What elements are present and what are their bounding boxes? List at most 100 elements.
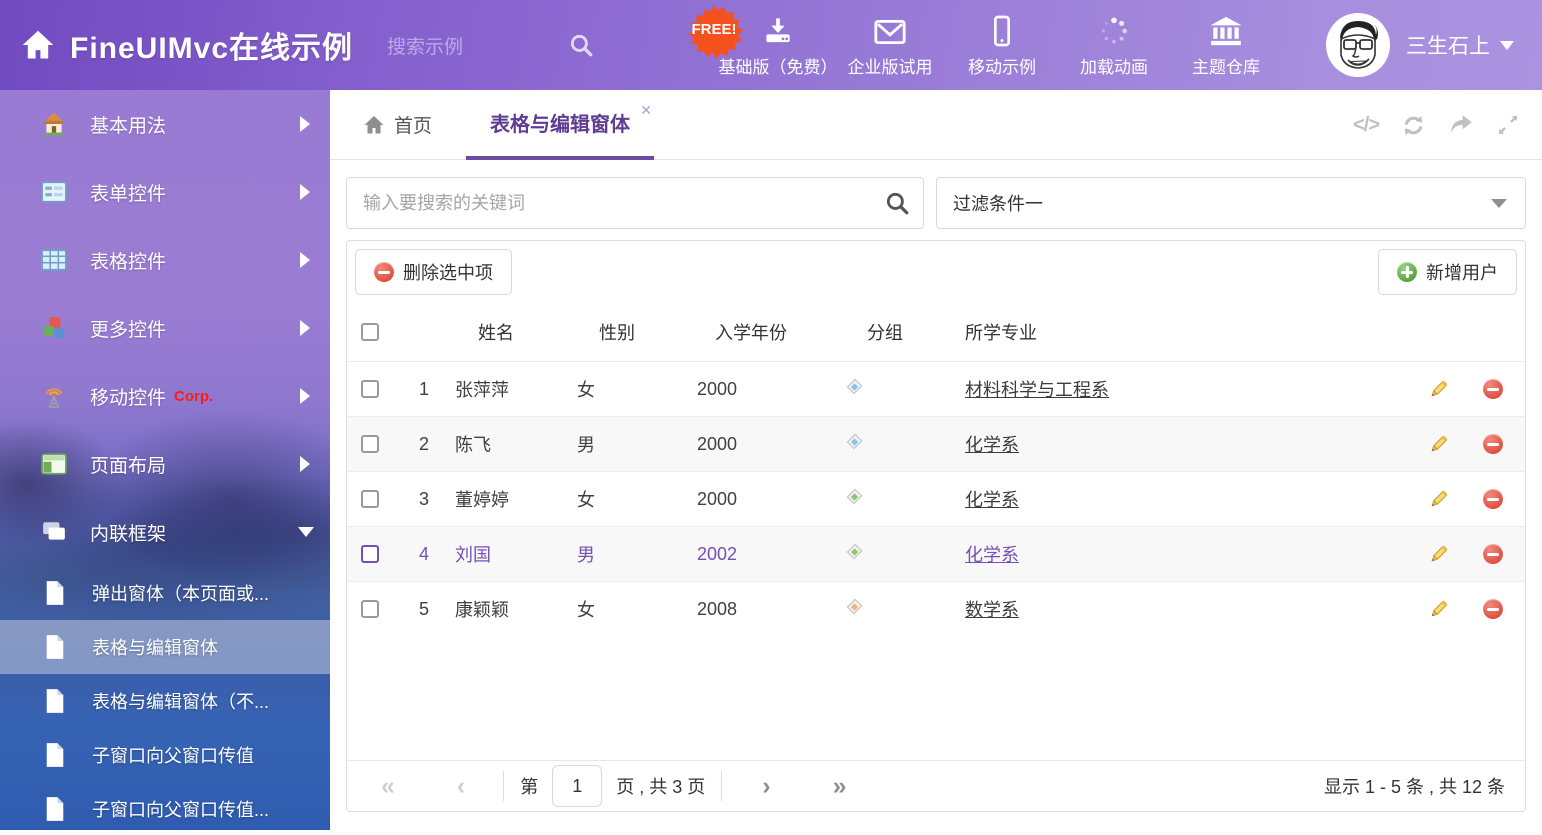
delete-icon[interactable] bbox=[1461, 489, 1525, 509]
sidebar-item-basic[interactable]: 基本用法 bbox=[0, 90, 330, 158]
grid-header-row: 姓名 性别 入学年份 分组 所学专业 bbox=[347, 303, 1525, 361]
sidebar-subitem-popup-window[interactable]: 弹出窗体（本页面或... bbox=[0, 566, 330, 620]
header-search[interactable]: 搜索示例 bbox=[387, 32, 597, 59]
cell-name: 董婷婷 bbox=[435, 486, 557, 512]
search-button[interactable] bbox=[871, 178, 923, 228]
chevron-down-icon bbox=[1491, 199, 1507, 208]
sidebar-item-form[interactable]: 表单控件 bbox=[0, 158, 330, 226]
sidebar-item-mobile[interactable]: 移动控件 Corp. bbox=[0, 362, 330, 430]
fullscreen-button[interactable] bbox=[1496, 113, 1520, 137]
cell-year: 2000 bbox=[677, 434, 825, 455]
major-link[interactable]: 化学系 bbox=[965, 435, 1019, 455]
home-colored-icon bbox=[40, 110, 68, 138]
mobile-icon bbox=[992, 13, 1012, 47]
sidebar-subitem-grid-edit-window-no[interactable]: 表格与编辑窗体（不... bbox=[0, 674, 330, 728]
row-checkbox[interactable] bbox=[361, 600, 379, 618]
major-link[interactable]: 化学系 bbox=[965, 545, 1019, 565]
table-row[interactable]: 1 张萍萍 女 2000 材料科学与工程系 bbox=[347, 361, 1525, 416]
last-page-button[interactable]: » bbox=[833, 774, 847, 799]
tag-icon bbox=[825, 543, 945, 566]
delete-icon[interactable] bbox=[1461, 434, 1525, 454]
delete-icon[interactable] bbox=[1461, 599, 1525, 619]
user-menu[interactable]: 三生石上 bbox=[1326, 0, 1514, 90]
page-suffix: 页 , 共 3 页 bbox=[616, 773, 705, 799]
nav-label: 主题仓库 bbox=[1192, 53, 1260, 78]
table-row[interactable]: 2 陈飞 男 2000 化学系 bbox=[347, 416, 1525, 471]
chevron-right-icon bbox=[300, 320, 310, 336]
nav-loading-animation[interactable]: 加载动画 bbox=[1058, 0, 1170, 90]
refresh-button[interactable] bbox=[1401, 113, 1426, 138]
prev-page-button[interactable]: ‹ bbox=[457, 774, 465, 799]
cell-name: 陈飞 bbox=[435, 431, 557, 457]
frames-icon bbox=[40, 518, 68, 546]
major-link[interactable]: 化学系 bbox=[965, 490, 1019, 510]
nav-label: 加载动画 bbox=[1080, 53, 1148, 78]
table-row-selected[interactable]: 4 刘国 男 2002 化学系 bbox=[347, 526, 1525, 581]
filter-dropdown[interactable]: 过滤条件一 bbox=[936, 177, 1526, 229]
sidebar-item-iframe[interactable]: 内联框架 bbox=[0, 498, 330, 566]
sidebar-item-layout[interactable]: 页面布局 bbox=[0, 430, 330, 498]
home-icon[interactable] bbox=[20, 27, 56, 63]
major-link[interactable]: 材料科学与工程系 bbox=[965, 380, 1109, 400]
keyword-search-input[interactable] bbox=[363, 193, 871, 214]
row-checkbox[interactable] bbox=[361, 380, 379, 398]
view-source-button[interactable]: </> bbox=[1353, 114, 1379, 137]
pagination-summary: 显示 1 - 5 条 , 共 12 条 bbox=[1324, 773, 1505, 799]
edit-icon[interactable] bbox=[1415, 379, 1461, 400]
home-icon bbox=[362, 113, 386, 137]
nav-basic-free[interactable]: 基础版（免费） bbox=[722, 0, 834, 90]
edit-icon[interactable] bbox=[1415, 544, 1461, 565]
delete-icon[interactable] bbox=[1461, 544, 1525, 564]
row-checkbox[interactable] bbox=[361, 545, 379, 563]
edit-icon[interactable] bbox=[1415, 434, 1461, 455]
share-button[interactable] bbox=[1448, 113, 1474, 137]
sidebar-subitem-label: 表格与编辑窗体（不... bbox=[92, 688, 269, 714]
close-icon[interactable]: ✕ bbox=[640, 102, 652, 119]
next-page-button[interactable]: › bbox=[762, 774, 770, 799]
sidebar-subitem-child-to-parent[interactable]: 子窗口向父窗口传值 bbox=[0, 728, 330, 782]
row-checkbox[interactable] bbox=[361, 435, 379, 453]
nav-enterprise-trial[interactable]: 企业版试用 bbox=[834, 0, 946, 90]
keyword-search-box bbox=[346, 177, 924, 229]
nav-label: 基础版（免费） bbox=[719, 53, 838, 78]
edit-icon[interactable] bbox=[1415, 489, 1461, 510]
avatar bbox=[1326, 13, 1390, 77]
bank-icon bbox=[1209, 13, 1243, 47]
tab-home[interactable]: 首页 bbox=[362, 111, 432, 138]
first-page-button[interactable]: « bbox=[381, 774, 395, 799]
table-row[interactable]: 5 康颖颖 女 2008 数学系 bbox=[347, 581, 1525, 636]
nav-mobile-demo[interactable]: 移动示例 bbox=[946, 0, 1058, 90]
col-header-major: 所学专业 bbox=[945, 319, 1415, 345]
nav-label: 企业版试用 bbox=[848, 53, 933, 78]
sidebar-item-more[interactable]: 更多控件 bbox=[0, 294, 330, 362]
tab-actions: </> bbox=[1353, 90, 1520, 160]
row-checkbox[interactable] bbox=[361, 490, 379, 508]
col-header-name: 姓名 bbox=[435, 319, 557, 345]
tab-grid-edit-window[interactable]: 表格与编辑窗体 ✕ bbox=[466, 90, 654, 160]
sidebar-subitem-grid-edit-window[interactable]: 表格与编辑窗体 bbox=[0, 620, 330, 674]
table-row[interactable]: 3 董婷婷 女 2000 化学系 bbox=[347, 471, 1525, 526]
delete-selected-button[interactable]: 删除选中项 bbox=[355, 249, 512, 295]
sidebar: 基本用法 表单控件 bbox=[0, 90, 330, 830]
header-nav: 基础版（免费） 企业版试用 移动示例 bbox=[722, 0, 1282, 90]
edit-icon[interactable] bbox=[1415, 599, 1461, 620]
select-all-checkbox[interactable] bbox=[361, 323, 379, 341]
plus-circle-icon bbox=[1397, 262, 1417, 282]
sidebar-item-label: 基本用法 bbox=[90, 111, 166, 138]
page-number-input[interactable] bbox=[552, 765, 602, 807]
delete-icon[interactable] bbox=[1461, 379, 1525, 399]
grid-panel: 删除选中项 新增用户 姓名 性别 入学年份 分组 所学专业 bbox=[346, 240, 1526, 812]
cell-year: 2000 bbox=[677, 379, 825, 400]
search-icon[interactable] bbox=[568, 32, 594, 58]
nav-theme-repo[interactable]: 主题仓库 bbox=[1170, 0, 1282, 90]
cell-gender: 男 bbox=[557, 541, 677, 567]
layout-icon bbox=[40, 450, 68, 478]
chevron-right-icon bbox=[300, 252, 310, 268]
cell-year: 2008 bbox=[677, 599, 825, 620]
grid-toolbar: 删除选中项 新增用户 bbox=[347, 241, 1525, 303]
sidebar-item-grid[interactable]: 表格控件 bbox=[0, 226, 330, 294]
cell-gender: 女 bbox=[557, 486, 677, 512]
sidebar-subitem-child-to-parent-2[interactable]: 子窗口向父窗口传值... bbox=[0, 782, 330, 830]
add-user-button[interactable]: 新增用户 bbox=[1378, 249, 1517, 295]
major-link[interactable]: 数学系 bbox=[965, 600, 1019, 620]
